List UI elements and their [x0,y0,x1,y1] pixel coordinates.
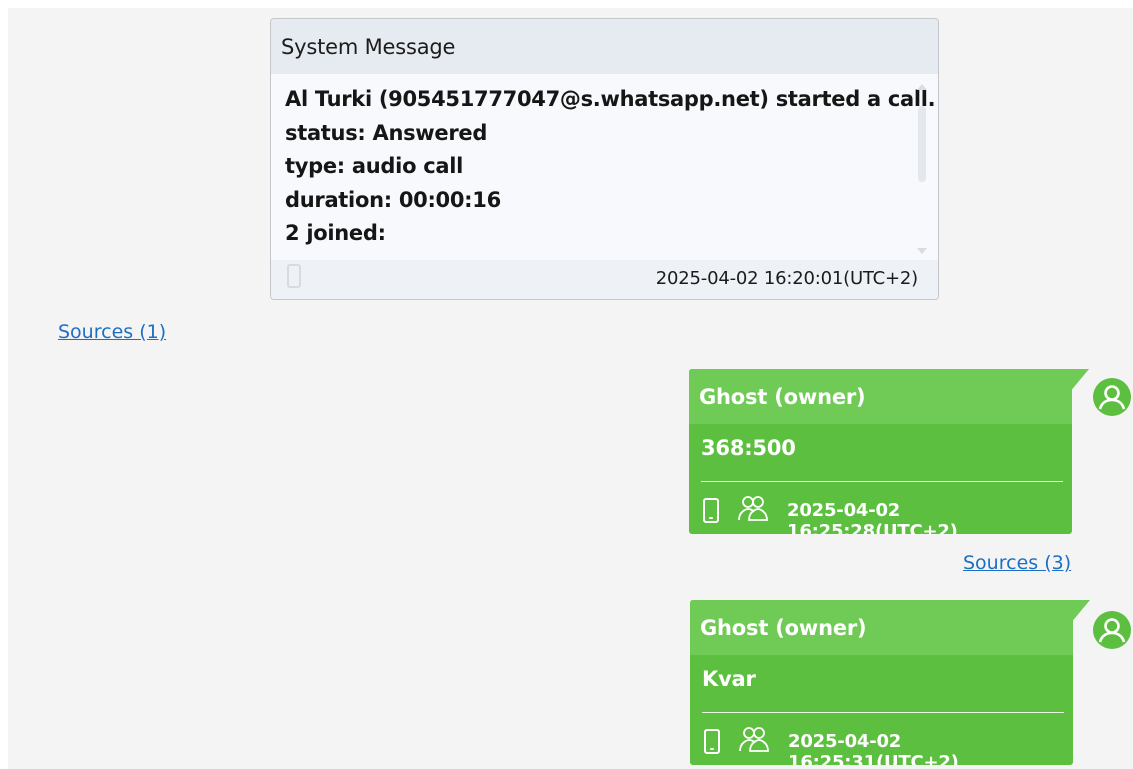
system-message-body[interactable]: Al Turki (905451777047@s.whatsapp.net) s… [271,74,938,262]
message-sender: Ghost (owner) [690,600,1073,655]
sources-link[interactable]: Sources (3) [963,552,1071,574]
chat-view: System Message Al Turki (905451777047@s.… [8,8,1133,769]
system-message-card: System Message Al Turki (905451777047@s.… [270,18,939,300]
people-icon [739,727,769,752]
message-text: Kvar [702,667,756,691]
bubble-tail [1069,369,1089,393]
sources-link[interactable]: Sources (1) [58,321,166,343]
system-message-title: System Message [271,19,938,74]
avatar-icon [1093,611,1131,649]
scrollbar[interactable] [916,84,928,254]
message-timestamp: 2025-04-02 16:25:31(UTC+2) [788,731,959,765]
system-message-line: type: audio call [285,154,464,178]
people-icon [738,496,768,521]
scrollbar-thumb[interactable] [918,106,926,182]
message-text: 368:500 [701,436,796,460]
message-timestamp: 2025-04-02 16:25:28(UTC+2) [787,500,958,534]
message-bubble[interactable]: Ghost (owner) Kvar 2025-04-02 16:25:31(U… [690,600,1073,765]
system-message-line: 2 joined: [285,221,386,245]
system-message-line: status: Answered [285,120,488,145]
bubble-tail [1070,600,1090,624]
scroll-down-arrow-icon[interactable] [917,248,927,254]
message-bubble[interactable]: Ghost (owner) 368:500 2025-04-02 16:25:2… [689,369,1072,534]
system-message-timestamp: 2025-04-02 16:20:01(UTC+2) [655,268,918,289]
phone-icon [703,498,719,523]
message-footer: 2025-04-02 16:25:28(UTC+2) [689,482,1072,534]
phone-icon [287,264,301,288]
avatar-icon [1093,378,1131,416]
message-footer: 2025-04-02 16:25:31(UTC+2) [690,713,1073,765]
scroll-up-arrow-icon[interactable] [917,84,927,90]
phone-icon [704,729,720,754]
system-message-footer: 2025-04-02 16:20:01(UTC+2) [271,260,938,299]
system-message-line: Al Turki (905451777047@s.whatsapp.net) s… [285,87,936,111]
system-message-line: duration: 00:00:16 [285,187,501,212]
message-sender: Ghost (owner) [689,369,1072,424]
